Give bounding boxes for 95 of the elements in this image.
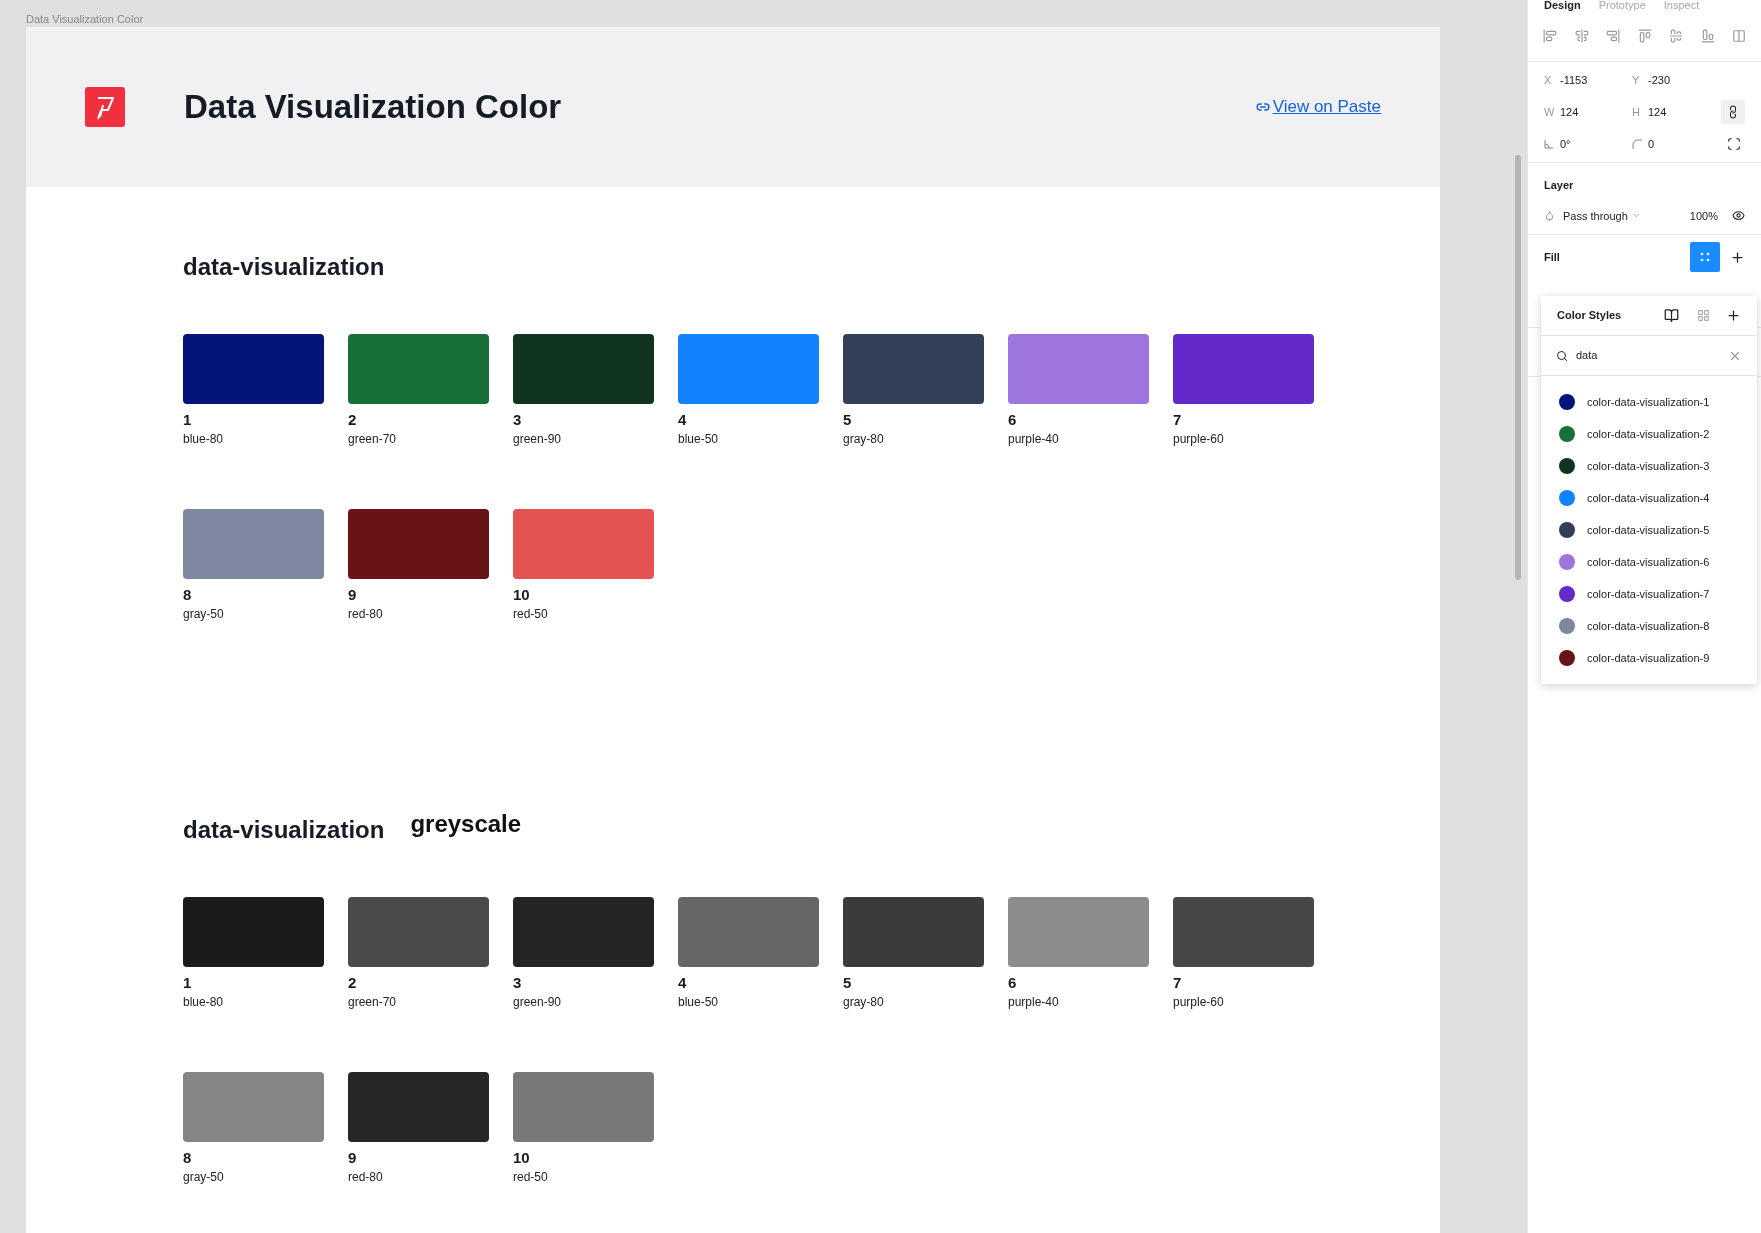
eye-icon[interactable] [1732, 209, 1745, 223]
swatch-name: gray-50 [183, 606, 224, 622]
align-center-icon[interactable] [1574, 28, 1589, 43]
constrain-proportions-button[interactable] [1721, 100, 1745, 124]
field-value[interactable]: -1153 [1560, 71, 1588, 89]
swatch-number: 4 [678, 974, 687, 992]
add-icon[interactable] [1730, 249, 1745, 265]
color-style-item[interactable]: color-data-visualization-9 [1541, 642, 1757, 674]
swatch-number: 9 [348, 586, 357, 604]
swatch-name: purple-40 [1008, 994, 1059, 1010]
swatch-name: gray-80 [843, 431, 884, 447]
swatch-name: blue-80 [183, 994, 224, 1010]
color-style-item[interactable]: color-data-visualization-7 [1541, 578, 1757, 610]
swatch-number: 3 [513, 411, 522, 429]
angle-icon [1544, 139, 1554, 149]
scrollbar[interactable] [1515, 155, 1521, 580]
align-top-icon[interactable] [1637, 28, 1652, 43]
add-icon[interactable] [1726, 308, 1741, 323]
opacity-value[interactable]: 100% [1689, 207, 1718, 224]
swatch-name: gray-80 [843, 994, 884, 1010]
swatch-name: blue-80 [183, 431, 224, 447]
grid-view-icon[interactable] [1697, 309, 1710, 322]
droplet-icon [1544, 210, 1555, 222]
corner-radius-icon [1632, 139, 1642, 149]
distribute-icon[interactable] [1732, 28, 1746, 43]
field-value[interactable]: -230 [1648, 71, 1671, 89]
align-left-icon[interactable] [1543, 28, 1557, 43]
color-style-item[interactable]: color-data-visualization-3 [1541, 450, 1757, 482]
swatch-number: 7 [1173, 411, 1182, 429]
swatch-number: 3 [513, 974, 522, 992]
field-label: Y [1632, 72, 1641, 88]
swatch-number: 8 [183, 586, 192, 604]
swatch-name: green-70 [348, 431, 397, 447]
swatch-number: 10 [513, 586, 530, 604]
swatch-number: 6 [1008, 974, 1017, 992]
section-title: data-visualization [183, 252, 385, 282]
page-title: Data Visualization Color [184, 87, 562, 128]
color-style-item[interactable]: color-data-visualization-5 [1541, 514, 1757, 546]
swatch-name: gray-50 [183, 1169, 224, 1185]
swatch-name: purple-60 [1173, 431, 1224, 447]
library-icon[interactable] [1664, 308, 1679, 323]
swatch-name: green-90 [513, 431, 562, 447]
section-heading: Layer [1544, 178, 1574, 193]
swatch-number: 2 [348, 411, 357, 429]
align-bottom-icon[interactable] [1700, 28, 1715, 43]
field-value[interactable]: 0° [1560, 135, 1571, 153]
swatch-number: 7 [1173, 974, 1182, 992]
view-link[interactable]: View on Paste [1255, 94, 1381, 120]
swatch-name: purple-60 [1173, 994, 1224, 1010]
swatch-number: 4 [678, 411, 687, 429]
swatch-name: purple-40 [1008, 431, 1059, 447]
color-style-item[interactable]: color-data-visualization-8 [1541, 610, 1757, 642]
swatch-number: 8 [183, 1149, 192, 1167]
swatch-number: 2 [348, 974, 357, 992]
popup-title: Color Styles [1557, 308, 1622, 324]
field-value[interactable]: 124 [1560, 103, 1579, 121]
align-right-icon[interactable] [1606, 28, 1620, 43]
logo-icon [85, 87, 125, 127]
swatch-number: 5 [843, 411, 852, 429]
color-style-item[interactable]: color-data-visualization-1 [1541, 386, 1757, 418]
color-style-item[interactable]: color-data-visualization-6 [1541, 546, 1757, 578]
swatch-name: red-50 [513, 606, 548, 622]
swatch-number: 10 [513, 1149, 530, 1167]
swatch-number: 6 [1008, 411, 1017, 429]
swatch-number: 5 [843, 974, 852, 992]
frame-label: Data Visualization Color [26, 12, 144, 26]
field-value[interactable]: 124 [1648, 103, 1667, 121]
style-search-field[interactable]: data [1541, 336, 1757, 376]
swatch-name: green-70 [348, 994, 397, 1010]
swatch-name: red-50 [513, 1169, 548, 1185]
panel-tab[interactable]: Design [1544, 0, 1581, 11]
expand-icon[interactable] [1727, 137, 1741, 151]
field-label: X [1544, 72, 1553, 88]
swatch-name: red-80 [348, 1169, 383, 1185]
link-icon [1255, 100, 1270, 114]
field-label: W [1544, 104, 1556, 120]
section-heading: Fill [1544, 249, 1560, 265]
swatch-name: green-90 [513, 994, 562, 1010]
field-value[interactable]: 0 [1648, 135, 1655, 153]
swatch-number: 1 [183, 411, 192, 429]
swatch-name: red-80 [348, 606, 383, 622]
swatch-number: 9 [348, 1149, 357, 1167]
search-icon [1556, 349, 1568, 362]
four-dots-icon [1700, 252, 1710, 262]
style-grid-button[interactable] [1690, 242, 1720, 272]
section-subtitle: greyscale [410, 809, 522, 839]
color-style-item[interactable]: color-data-visualization-2 [1541, 418, 1757, 450]
align-middle-icon[interactable] [1669, 28, 1683, 43]
blend-mode-select[interactable]: Pass through [1563, 207, 1641, 224]
section-title: data-visualization [183, 815, 385, 845]
swatch-name: blue-50 [678, 994, 719, 1010]
swatch-number: 1 [183, 974, 192, 992]
swatch-name: blue-50 [678, 431, 719, 447]
field-label: H [1632, 104, 1641, 120]
color-style-item[interactable]: color-data-visualization-4 [1541, 482, 1757, 514]
